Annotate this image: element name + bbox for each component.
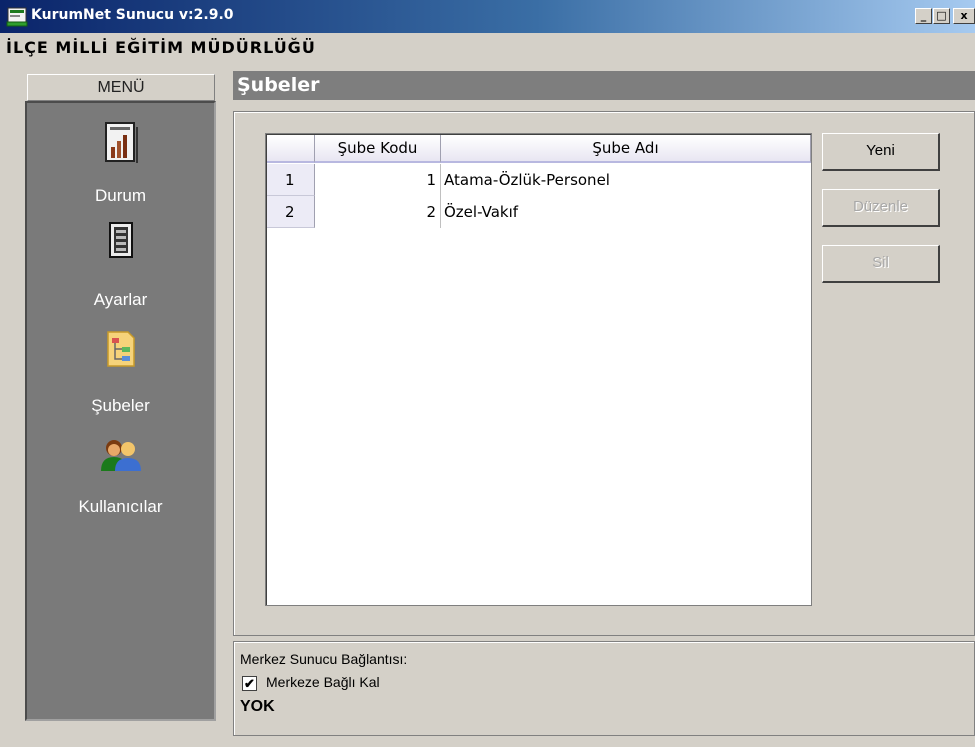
settings-document-icon[interactable] bbox=[27, 221, 214, 259]
chart-document-icon[interactable] bbox=[27, 121, 214, 165]
column-divider bbox=[440, 164, 441, 196]
sidebar-item-ayarlar[interactable]: Ayarlar bbox=[27, 290, 214, 310]
sidebar-item-durum[interactable]: Durum bbox=[27, 186, 214, 206]
connection-status-label: Merkez Sunucu Bağlantısı: bbox=[240, 651, 408, 667]
edit-button[interactable]: Düzenle bbox=[822, 189, 940, 227]
close-button[interactable]: x bbox=[953, 8, 975, 24]
app-icon bbox=[6, 6, 28, 28]
org-chart-icon[interactable] bbox=[27, 330, 214, 368]
column-header-name[interactable]: Şube Adı bbox=[441, 135, 811, 163]
table-cell-name[interactable]: Özel-Vakıf bbox=[444, 196, 804, 228]
branches-table[interactable]: Şube Kodu Şube Adı 1 1 Atama-Özlük-Perso… bbox=[265, 133, 812, 606]
sidebar-item-subeler[interactable]: Şubeler bbox=[27, 396, 214, 416]
delete-button[interactable]: Sil bbox=[822, 245, 940, 283]
row-header[interactable]: 1 bbox=[267, 164, 315, 196]
menu-header: MENÜ bbox=[27, 74, 215, 101]
organization-name: İLÇE MİLLİ EĞİTİM MÜDÜRLÜĞÜ bbox=[6, 38, 316, 57]
sidebar: Durum Ayarlar Şubeler Kullanıcılar bbox=[25, 101, 216, 721]
new-button[interactable]: Yeni bbox=[822, 133, 940, 171]
sidebar-item-kullanicilar[interactable]: Kullanıcılar bbox=[27, 497, 214, 517]
table-cell-code[interactable]: 2 bbox=[315, 196, 439, 228]
maximize-button[interactable]: □ bbox=[933, 8, 950, 24]
connection-status-value: YOK bbox=[240, 698, 275, 715]
stay-connected-label[interactable]: Merkeze Bağlı Kal bbox=[266, 674, 380, 690]
window-title: KurumNet Sunucu v:2.9.0 bbox=[31, 7, 234, 23]
column-header-code[interactable]: Şube Kodu bbox=[315, 135, 441, 163]
section-title: Şubeler bbox=[233, 71, 975, 100]
table-cell-code[interactable]: 1 bbox=[315, 164, 439, 196]
table-corner-header bbox=[267, 135, 315, 163]
minimize-button[interactable]: _ bbox=[915, 8, 932, 24]
column-divider bbox=[440, 196, 441, 228]
row-header[interactable]: 2 bbox=[267, 196, 315, 228]
users-icon[interactable] bbox=[27, 437, 214, 473]
stay-connected-checkbox[interactable]: ✔ bbox=[242, 676, 257, 691]
table-cell-name[interactable]: Atama-Özlük-Personel bbox=[444, 164, 804, 196]
